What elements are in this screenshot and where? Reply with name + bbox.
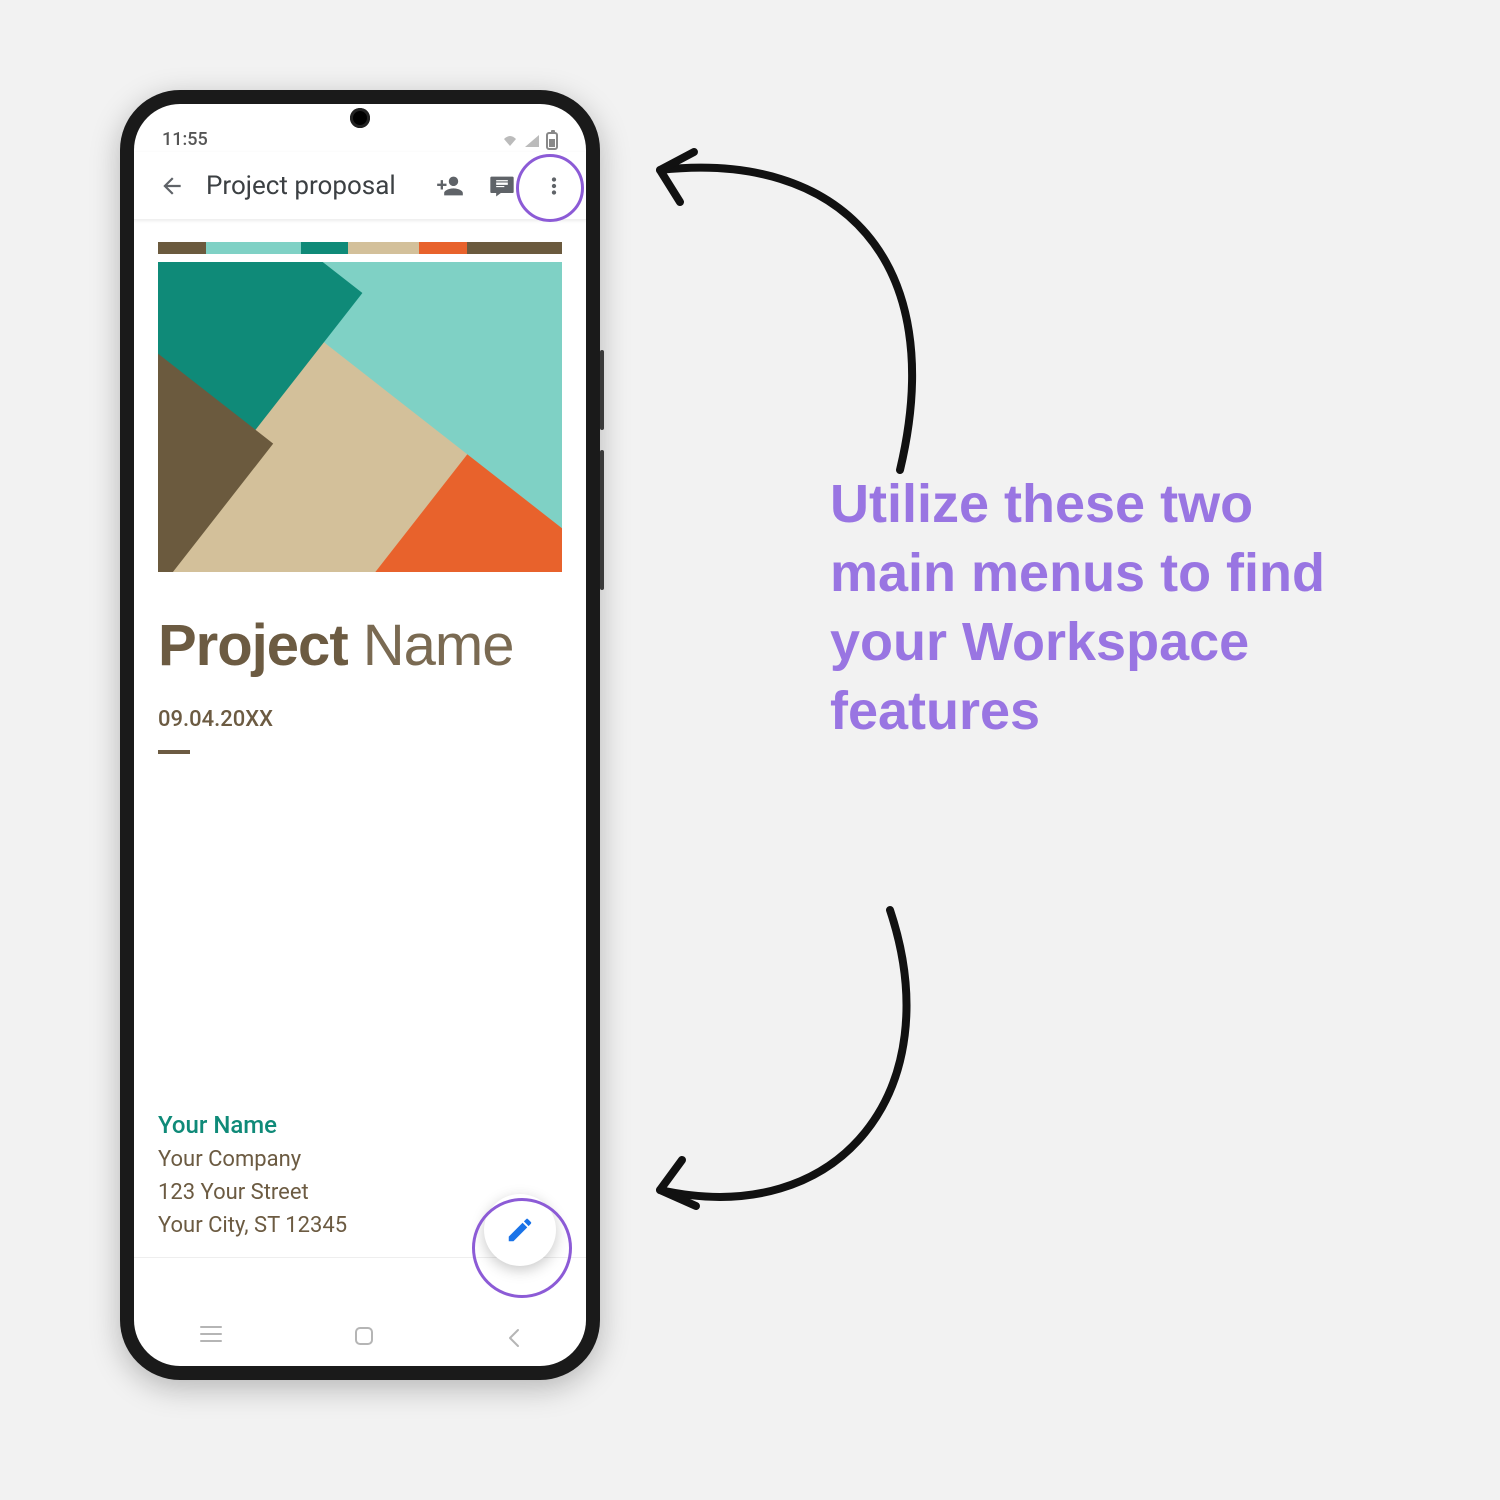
phone-frame: 11:55 Project proposal bbox=[120, 90, 600, 1380]
phone-side-button bbox=[600, 350, 604, 430]
contact-street: 123 Your Street bbox=[158, 1176, 347, 1209]
nav-back[interactable] bbox=[506, 1328, 520, 1344]
signal-icon bbox=[524, 134, 540, 148]
phone-side-button bbox=[600, 450, 604, 590]
more-vert-icon bbox=[541, 173, 567, 199]
recents-icon bbox=[200, 1325, 222, 1343]
contact-name: Your Name bbox=[158, 1111, 347, 1139]
color-strip bbox=[158, 242, 562, 254]
status-icons bbox=[502, 132, 558, 150]
contact-company: Your Company bbox=[158, 1143, 347, 1176]
more-menu-button[interactable] bbox=[530, 162, 578, 210]
arrow-bottom bbox=[620, 890, 980, 1250]
contact-block: Your Name Your Company 123 Your Street Y… bbox=[158, 1111, 347, 1242]
project-title: Project Name bbox=[158, 612, 562, 679]
project-title-light: Name bbox=[363, 613, 514, 678]
back-button[interactable] bbox=[148, 162, 196, 210]
edit-fab[interactable] bbox=[484, 1194, 556, 1266]
project-date: 09.04.20XX bbox=[158, 707, 562, 732]
document-title[interactable]: Project proposal bbox=[206, 171, 422, 201]
app-toolbar: Project proposal bbox=[134, 152, 586, 220]
status-time: 11:55 bbox=[162, 129, 208, 150]
arrow-top bbox=[620, 140, 980, 500]
nav-home[interactable] bbox=[355, 1327, 373, 1345]
project-title-bold: Project bbox=[158, 613, 348, 678]
arrow-left-icon bbox=[159, 173, 185, 199]
pencil-icon bbox=[505, 1215, 535, 1245]
person-add-icon bbox=[436, 172, 464, 200]
phone-camera bbox=[350, 108, 370, 128]
back-icon bbox=[506, 1328, 522, 1348]
hero-graphic bbox=[158, 262, 562, 572]
nav-recents[interactable] bbox=[200, 1325, 222, 1347]
add-person-button[interactable] bbox=[426, 162, 474, 210]
android-nav-bar bbox=[134, 1306, 586, 1366]
callout-text: Utilize these two main menus to find you… bbox=[830, 470, 1390, 746]
divider bbox=[158, 750, 190, 754]
contact-city: Your City, ST 12345 bbox=[158, 1209, 347, 1242]
battery-icon bbox=[546, 132, 558, 150]
home-icon bbox=[355, 1327, 373, 1345]
wifi-icon bbox=[502, 134, 518, 148]
comments-button[interactable] bbox=[478, 162, 526, 210]
document-body[interactable]: Project Name 09.04.20XX Your Name Your C… bbox=[134, 220, 586, 1306]
phone-screen: 11:55 Project proposal bbox=[134, 104, 586, 1366]
comment-icon bbox=[488, 172, 516, 200]
